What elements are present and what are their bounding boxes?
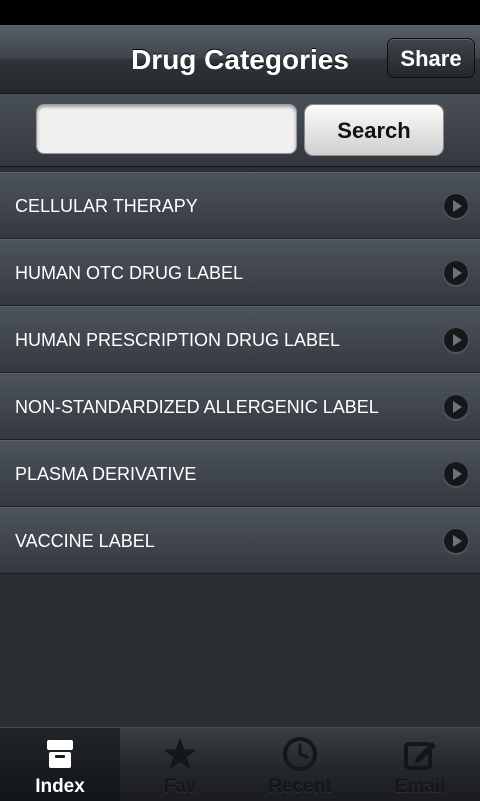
navigation-bar: Drug Categories Share: [0, 25, 480, 94]
disclosure-arrow-icon: [443, 394, 469, 420]
disclosure-arrow-icon: [443, 327, 469, 353]
list-item-label: NON-STANDARDIZED ALLERGENIC LABEL: [15, 397, 379, 417]
tab-bar: Index Fav Recent Email: [0, 727, 480, 801]
tab-label: Index: [35, 776, 85, 797]
list-item-label: VACCINE LABEL: [15, 531, 155, 551]
search-button[interactable]: Search: [304, 104, 444, 156]
tab-label: Fav: [163, 776, 197, 797]
tab-label: Recent: [268, 776, 332, 797]
list-item[interactable]: NON-STANDARDIZED ALLERGENIC LABEL: [0, 373, 480, 440]
tab-recent[interactable]: Recent: [240, 728, 360, 801]
list-item[interactable]: CELLULAR THERAPY: [0, 172, 480, 239]
list-item[interactable]: VACCINE LABEL: [0, 507, 480, 574]
status-bar: [0, 0, 480, 25]
disclosure-arrow-icon: [443, 260, 469, 286]
tab-index[interactable]: Index: [0, 728, 120, 801]
search-input[interactable]: [36, 104, 297, 154]
list-item-label: CELLULAR THERAPY: [15, 196, 198, 216]
list-item[interactable]: PLASMA DERIVATIVE: [0, 440, 480, 507]
archive-box-icon: [42, 736, 78, 772]
disclosure-arrow-icon: [443, 461, 469, 487]
disclosure-arrow-icon: [443, 528, 469, 554]
compose-icon: [402, 736, 438, 772]
share-button[interactable]: Share: [387, 38, 475, 78]
list-item[interactable]: HUMAN PRESCRIPTION DRUG LABEL: [0, 306, 480, 373]
tab-label: Email: [394, 776, 446, 797]
category-list: CELLULAR THERAPY HUMAN OTC DRUG LABEL HU…: [0, 172, 480, 574]
tab-fav[interactable]: Fav: [120, 728, 240, 801]
clock-icon: [282, 736, 318, 772]
list-item-label: HUMAN OTC DRUG LABEL: [15, 263, 244, 283]
list-item[interactable]: HUMAN OTC DRUG LABEL: [0, 239, 480, 306]
search-bar: Search: [0, 94, 480, 167]
list-item-label: PLASMA DERIVATIVE: [15, 464, 197, 484]
tab-email[interactable]: Email: [360, 728, 480, 801]
star-icon: [162, 736, 198, 772]
disclosure-arrow-icon: [443, 193, 469, 219]
list-item-label: HUMAN PRESCRIPTION DRUG LABEL: [15, 330, 341, 350]
